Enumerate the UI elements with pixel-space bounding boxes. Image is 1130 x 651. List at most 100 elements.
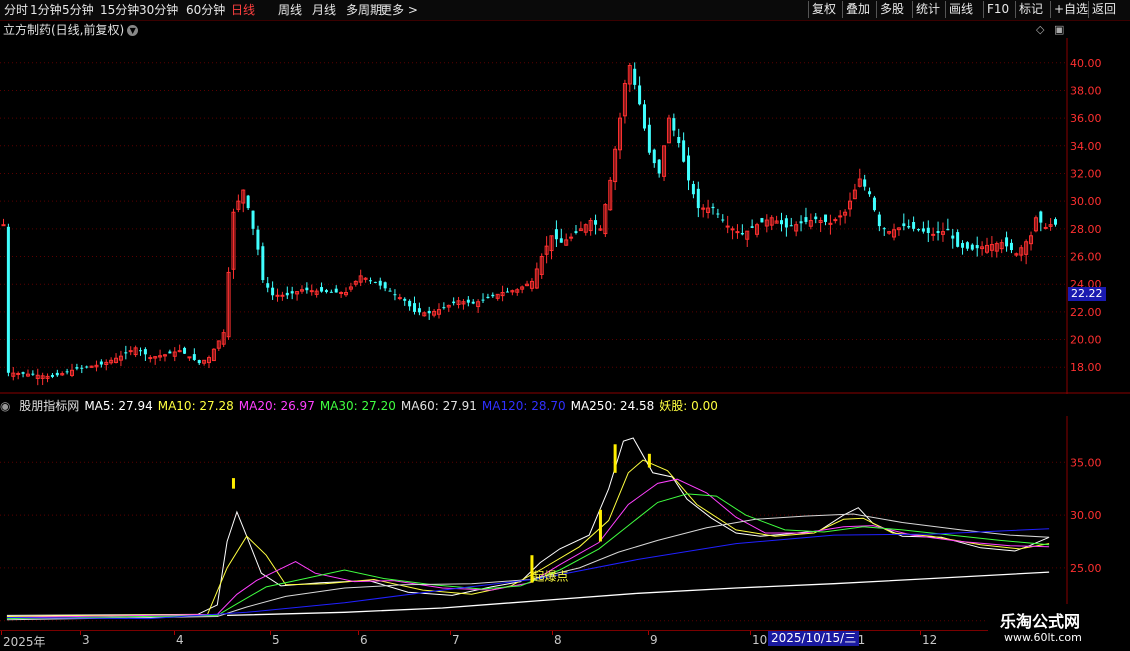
series-line-ma30 <box>6 493 1050 620</box>
candle-body <box>691 184 695 195</box>
date-tick-label: 6 <box>360 633 368 647</box>
candle-body <box>970 244 974 250</box>
period-tab-10[interactable]: 更多 > <box>380 2 418 18</box>
candle-body <box>21 372 25 374</box>
candle-body <box>305 287 309 291</box>
candle-body <box>285 292 289 296</box>
candle-body <box>55 372 59 376</box>
candle-body <box>936 231 940 233</box>
candle-body <box>725 225 730 228</box>
indicator-chart[interactable]: 35.0030.0025.0020.00起爆点 <box>0 416 1130 630</box>
date-tick <box>920 631 921 635</box>
candle-body <box>838 215 843 218</box>
stock-title-text: 立方制药(日线,前复权) <box>3 23 125 37</box>
period-tab-8[interactable]: 月线 <box>312 2 336 18</box>
candle-body <box>554 229 558 240</box>
candle-body <box>574 231 578 233</box>
candle-body <box>735 231 740 234</box>
candle-body <box>657 159 661 174</box>
candle-body <box>1043 226 1048 229</box>
candle-body <box>329 291 333 293</box>
series-line-ma250 <box>227 571 1050 617</box>
indicator-menu-icon[interactable]: ◉ <box>0 399 14 413</box>
candle-body <box>1005 237 1009 247</box>
candle-body <box>266 283 270 288</box>
period-tab-9[interactable]: 多周期 <box>346 2 382 18</box>
candle-body <box>246 195 250 209</box>
candle-body <box>280 294 285 297</box>
toolbar-button-5[interactable]: F10 <box>983 1 1012 18</box>
candle-body <box>926 227 930 233</box>
period-tab-6[interactable]: 日线 <box>231 2 255 18</box>
toolbar-button-8[interactable]: 返回 <box>1088 1 1119 18</box>
diamond-icon[interactable]: ◇ <box>1036 23 1044 36</box>
indicator-value-4: MA60: 27.91 <box>400 399 477 413</box>
watermark-url: www.60lt.com <box>1004 631 1082 644</box>
candle-body <box>413 303 417 312</box>
date-tick-label: 4 <box>176 633 184 647</box>
candle-body <box>31 373 35 375</box>
candle-body <box>682 140 686 162</box>
date-cursor-label: 2025/10/15/三 <box>768 631 860 646</box>
toolbar-button-1[interactable]: 叠加 <box>842 1 873 18</box>
date-tick <box>174 631 175 635</box>
toolbar-button-4[interactable]: 画线 <box>945 1 976 18</box>
candle-body <box>442 307 446 309</box>
period-tab-2[interactable]: 5分钟 <box>62 2 94 18</box>
candle-body <box>975 245 979 249</box>
candle-body <box>75 367 79 369</box>
series-line-ma120 <box>6 528 1050 620</box>
period-tab-1[interactable]: 1分钟 <box>30 2 62 18</box>
price-tick-label: 34.00 <box>1070 140 1102 153</box>
candle-body <box>339 292 344 295</box>
candle-body <box>951 235 955 239</box>
candle-body <box>183 347 187 354</box>
candle-body <box>863 179 867 187</box>
price-tick-label: 26.00 <box>1070 251 1102 264</box>
candle-body <box>143 349 147 355</box>
candle-body <box>824 214 828 222</box>
candle-body <box>559 238 563 243</box>
panel-menu-icon[interactable]: ▣ <box>1054 23 1064 36</box>
candlestick-chart[interactable]: 40.00 38.00 36.00 34.00 32.00 30.00 28.00 26.00… <box>0 38 1130 394</box>
top-toolbar: 分时 1分钟 5分钟 15分钟 30分钟 60分钟 日线 周线 月线 多周期 更多 > 复权 叠加 多股统… <box>0 0 1130 21</box>
candle-body <box>931 233 936 236</box>
indicator-value-7: 妖股: 0.00 <box>659 399 718 413</box>
candle-body <box>408 300 412 307</box>
signal-bar <box>598 509 602 542</box>
toolbar-button-7[interactable]: +自选 <box>1050 1 1091 18</box>
candle-body <box>965 242 969 249</box>
candle-body <box>320 287 324 292</box>
candle-body <box>397 297 402 300</box>
candle-body <box>956 232 960 247</box>
candle-body <box>633 68 637 85</box>
price-tick-label: 38.00 <box>1070 84 1102 97</box>
toolbar-button-6[interactable]: 标记 <box>1015 1 1046 18</box>
series-line-ma60 <box>6 513 1050 621</box>
candle-body <box>309 290 314 293</box>
candle-body <box>324 290 328 293</box>
candle-body <box>638 85 642 105</box>
period-tab-7[interactable]: 周线 <box>278 2 302 18</box>
watermark: 乐淘公式网 www.60lt.com <box>988 604 1130 650</box>
toolbar-button-0[interactable]: 复权 <box>808 1 839 18</box>
candle-body <box>50 374 54 377</box>
stock-title[interactable]: 立方制药(日线,前复权) ▼ <box>3 21 139 38</box>
period-tab-3[interactable]: 15分钟 <box>100 2 139 18</box>
indicator-tick-label: 30.00 <box>1070 509 1102 522</box>
signal-bar <box>613 444 617 473</box>
date-tick <box>80 631 81 635</box>
chevron-down-icon[interactable]: ▼ <box>127 25 139 36</box>
series-line-ma10 <box>6 459 1050 617</box>
period-tab-0[interactable]: 分时 <box>4 2 28 18</box>
candle-body <box>916 229 920 231</box>
period-tab-5[interactable]: 60分钟 <box>186 2 225 18</box>
candle-body <box>946 228 950 231</box>
candle-body <box>789 225 793 227</box>
indicator-value-3: MA30: 27.20 <box>319 399 396 413</box>
candle-body <box>427 310 431 314</box>
toolbar-button-3[interactable]: 统计 <box>912 1 943 18</box>
price-tick-label: 20.00 <box>1070 334 1102 347</box>
toolbar-button-2[interactable]: 多股 <box>876 1 907 18</box>
period-tab-4[interactable]: 30分钟 <box>139 2 178 18</box>
